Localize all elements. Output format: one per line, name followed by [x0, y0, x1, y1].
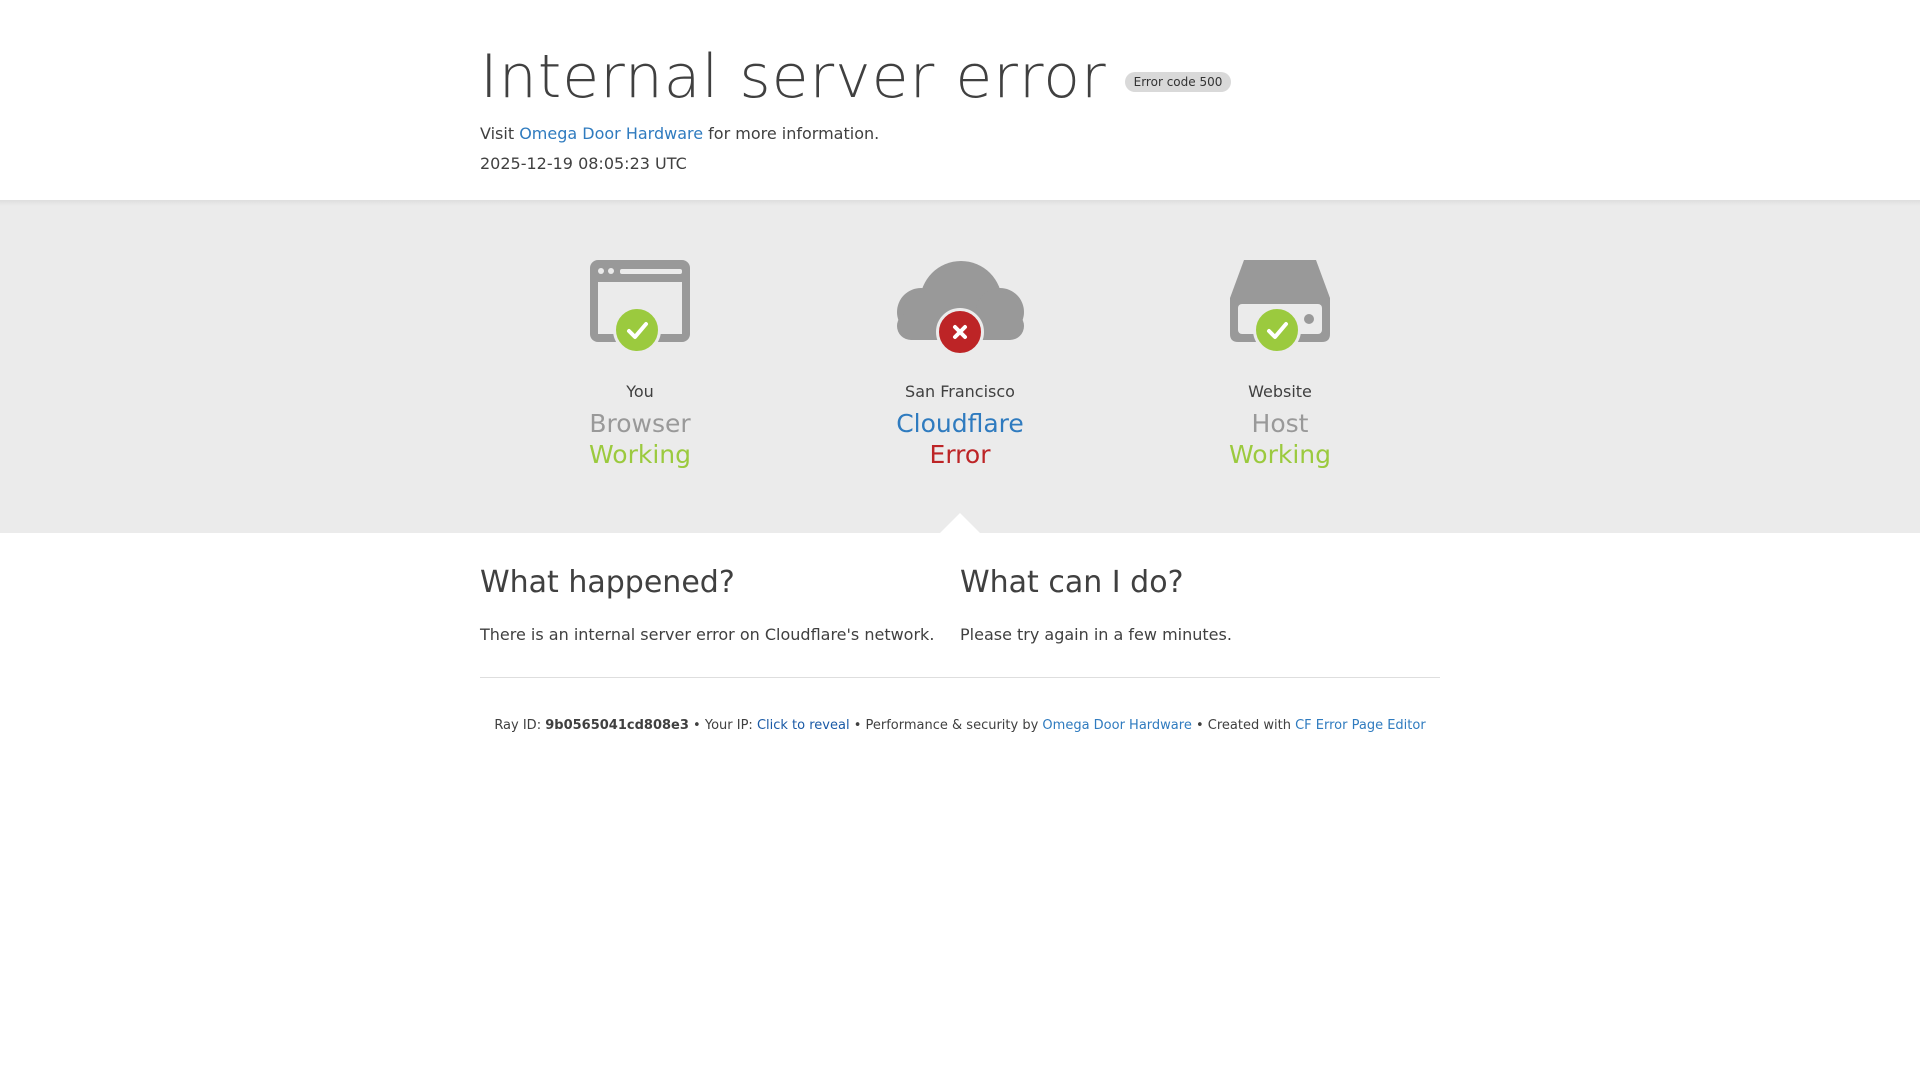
- ray-id-value: 9b0565041cd808e3: [545, 718, 689, 733]
- reveal-ip-button[interactable]: Click to reveal: [757, 718, 850, 733]
- separator: •: [1195, 718, 1204, 733]
- host-icon-area: [1120, 260, 1440, 360]
- what-happened: What happened? There is an internal serv…: [480, 563, 950, 645]
- separator: •: [853, 718, 862, 733]
- performance-label: Performance & security by: [865, 718, 1039, 733]
- cloudflare-link[interactable]: Cloudflare: [800, 408, 1120, 440]
- host-label: Website: [1248, 382, 1312, 401]
- separator: •: [693, 718, 701, 733]
- visit-suffix: for more information.: [708, 124, 880, 143]
- host-name: Host: [1251, 409, 1309, 438]
- cloudflare-icon-area: [800, 260, 1120, 360]
- what-can-i-do-title: What can I do?: [960, 565, 1184, 600]
- error-code-badge: Error code 500: [1124, 72, 1232, 92]
- page-title: Internal server error: [480, 42, 1107, 112]
- status-host: Website Host Working: [1120, 200, 1440, 470]
- footer: Ray ID: 9b0565041cd808e3 • Your IP: Clic…: [480, 718, 1440, 734]
- status-cloudflare: San Francisco Cloudflare Error: [800, 200, 1120, 470]
- status-browser: You Browser Working: [480, 200, 800, 470]
- cloudflare-status: Error: [929, 440, 991, 469]
- what-happened-title: What happened?: [480, 565, 735, 600]
- ray-id-label: Ray ID:: [494, 718, 542, 733]
- title-row: Internal server error Error code 500: [480, 38, 1440, 116]
- cloudflare-label: San Francisco: [905, 382, 1015, 401]
- info-section: What happened? There is an internal serv…: [0, 533, 1920, 683]
- what-happened-text: There is an internal server error on Clo…: [480, 625, 935, 644]
- status-band: You Browser Working San Francisco Cloudf…: [0, 200, 1920, 533]
- timestamp: 2025-12-19 08:05:23 UTC: [480, 154, 687, 173]
- x-icon: [936, 308, 984, 356]
- visit-line: Visit Omega Door Hardware for more infor…: [480, 124, 1440, 144]
- ip-label: Your IP:: [704, 718, 753, 733]
- browser-name: Browser: [589, 409, 691, 438]
- divider: [480, 677, 1440, 678]
- visit-prefix: Visit: [480, 124, 515, 143]
- site-link[interactable]: Omega Door Hardware: [519, 124, 703, 143]
- host-status: Working: [1229, 440, 1331, 469]
- editor-link[interactable]: CF Error Page Editor: [1295, 718, 1426, 733]
- created-label: Created with: [1207, 718, 1291, 733]
- browser-status: Working: [589, 440, 691, 469]
- browser-icon-area: [480, 260, 800, 360]
- check-icon: [1253, 306, 1301, 354]
- performance-link[interactable]: Omega Door Hardware: [1042, 718, 1191, 733]
- status-pointer: [940, 513, 980, 533]
- what-can-i-do-text: Please try again in a few minutes.: [960, 625, 1232, 644]
- what-can-i-do: What can I do? Please try again in a few…: [960, 563, 1430, 645]
- check-icon: [613, 306, 661, 354]
- header: Internal server error Error code 500 Vis…: [0, 0, 1920, 200]
- browser-label: You: [626, 382, 654, 401]
- header-content: Internal server error Error code 500 Vis…: [480, 38, 1440, 174]
